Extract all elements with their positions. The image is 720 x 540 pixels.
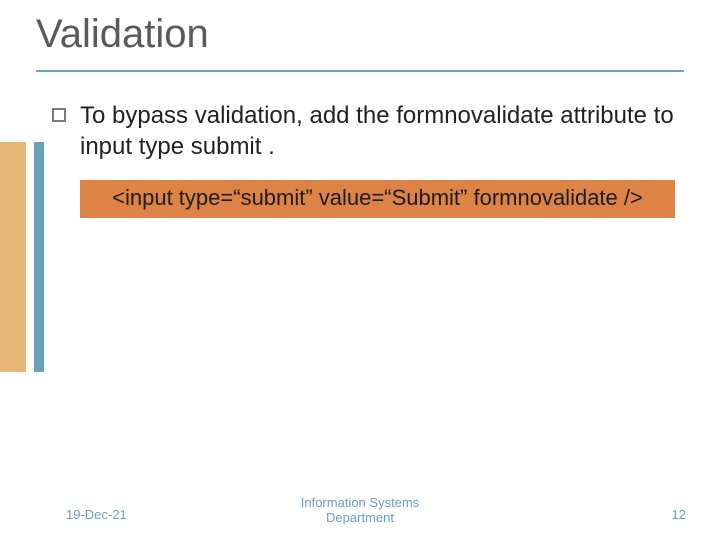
footer-page-number: 12 [672,507,686,522]
decor-bar-white [26,142,34,372]
slide-title: Validation [36,12,209,57]
footer-department-line2: Department [326,510,394,525]
bullet-square-icon [52,108,66,122]
footer: 19-Dec-21 Information Systems Department… [0,490,720,526]
decor-bar-gold [0,142,26,372]
slide-body: To bypass validation, add the formnovali… [52,100,684,218]
code-snippet-box: <input type=“submit” value=“Submit” form… [80,180,675,218]
footer-department-line1: Information Systems [301,495,420,510]
footer-department: Information Systems Department [0,495,720,526]
decor-bar-blue [34,142,44,372]
slide: Validation To bypass validation, add the… [0,0,720,540]
title-underline [36,70,684,72]
left-decor-bars [0,142,44,372]
bullet-text: To bypass validation, add the formnovali… [80,100,684,162]
bullet-item: To bypass validation, add the formnovali… [52,100,684,162]
